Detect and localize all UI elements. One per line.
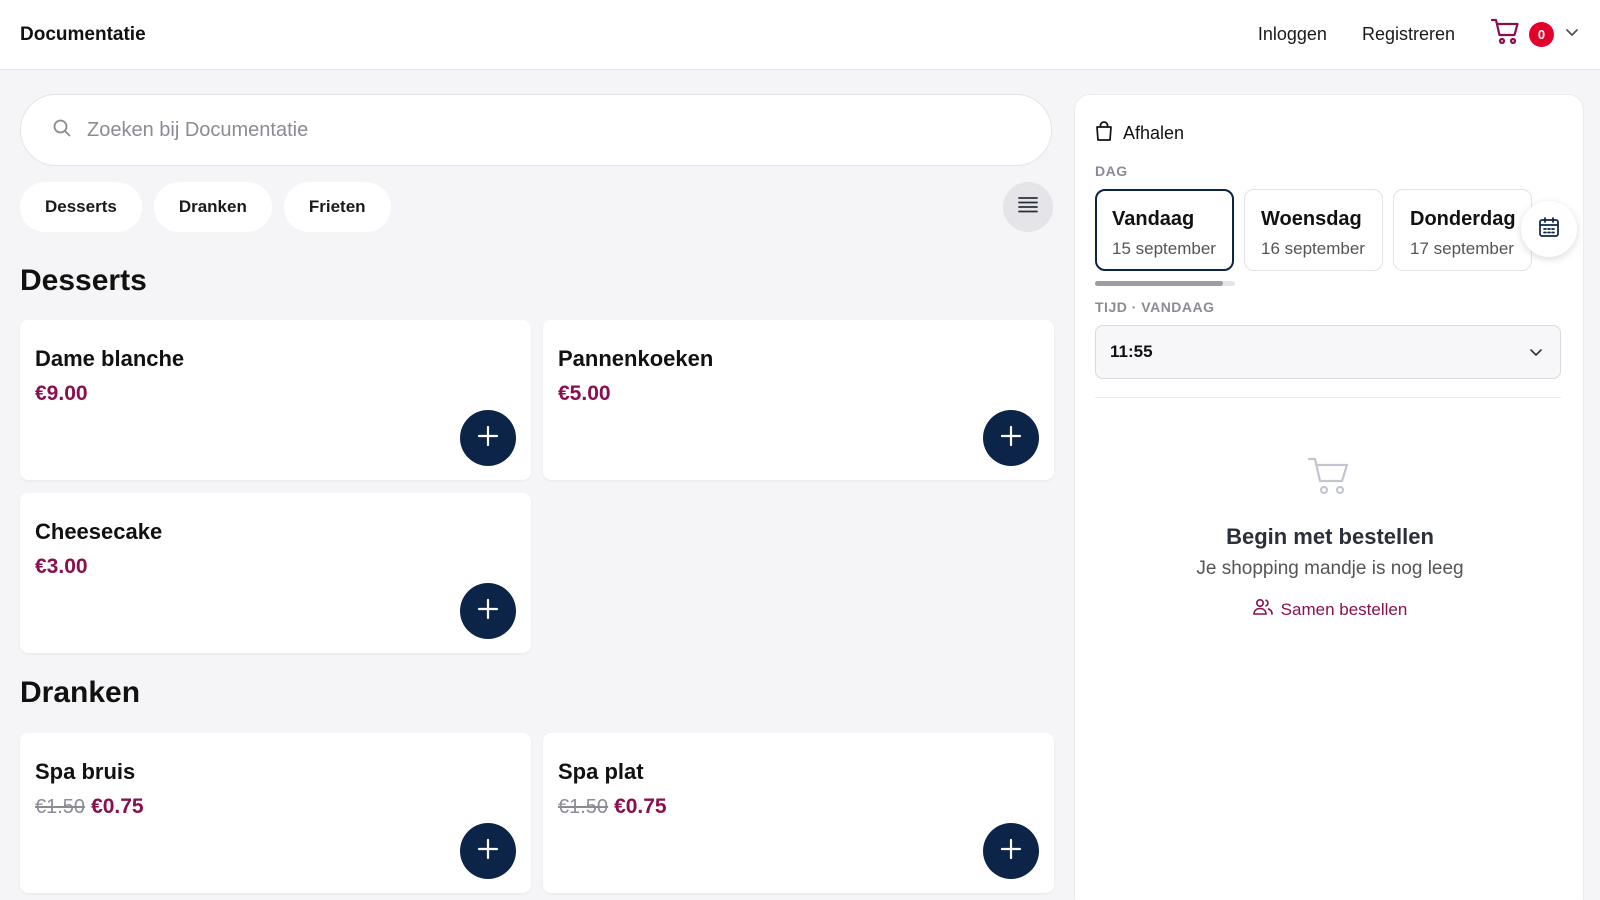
search-bar[interactable]: [20, 94, 1052, 166]
product-name: Spa plat: [558, 759, 644, 784]
day-selector: Vandaag 15 september Woensdag 16 septemb…: [1095, 189, 1565, 279]
login-link[interactable]: Inloggen: [1258, 24, 1327, 45]
shopping-bag-icon: [1095, 121, 1113, 146]
category-list-button[interactable]: [1003, 182, 1053, 232]
product-name: Cheesecake: [35, 519, 163, 544]
product-name: Spa bruis: [35, 759, 136, 784]
plus-icon: [476, 597, 500, 626]
time-select[interactable]: 11:55: [1095, 325, 1561, 379]
scrollbar-thumb[interactable]: [1095, 281, 1223, 286]
day-scrollbar[interactable]: [1095, 281, 1235, 286]
category-chip-desserts[interactable]: Desserts: [20, 182, 142, 232]
plus-icon: [476, 424, 500, 453]
day-option-today[interactable]: Vandaag 15 september: [1095, 189, 1234, 271]
plus-icon: [999, 837, 1023, 866]
current-price: €0.75: [614, 795, 667, 818]
cart-button[interactable]: 0: [1490, 18, 1580, 51]
old-price: €1.50: [35, 796, 86, 818]
product-price: €1.50 €0.75: [558, 795, 667, 819]
day-label: DAG: [1095, 163, 1128, 179]
day-option-wednesday[interactable]: Woensdag 16 september: [1244, 189, 1383, 271]
time-value: 11:55: [1110, 342, 1153, 361]
day-date: 15 september: [1112, 239, 1216, 258]
category-filter: Desserts Dranken Frieten: [20, 182, 403, 232]
empty-cart-state: Begin met bestellen Je shopping mandje i…: [1075, 455, 1585, 621]
pickup-label: Afhalen: [1123, 123, 1185, 143]
search-input[interactable]: [87, 118, 987, 142]
add-to-cart-button[interactable]: [460, 583, 516, 639]
section-title-desserts: Desserts: [20, 264, 147, 297]
section-title-dranken: Dranken: [20, 676, 141, 709]
calendar-button[interactable]: [1521, 201, 1577, 257]
product-card[interactable]: Pannenkoeken €5.00: [543, 320, 1054, 480]
cart-count-badge: 0: [1529, 22, 1554, 47]
current-price: €0.75: [91, 795, 144, 818]
day-option-thursday[interactable]: Donderdag 17 september: [1393, 189, 1532, 271]
old-price: €1.50: [558, 796, 609, 818]
chevron-down-icon: [1528, 344, 1544, 365]
current-price: €3.00: [35, 555, 88, 578]
day-name: Donderdag: [1410, 208, 1516, 230]
order-together-label: Samen bestellen: [1280, 599, 1408, 619]
day-date: 17 september: [1410, 239, 1514, 258]
list-icon: [1018, 196, 1038, 219]
top-bar: Documentatie Inloggen Registreren 0: [0, 0, 1600, 70]
product-card[interactable]: Spa plat €1.50 €0.75: [543, 733, 1054, 893]
plus-icon: [476, 837, 500, 866]
empty-cart-subtitle: Je shopping mandje is nog leeg: [1196, 558, 1464, 579]
register-link[interactable]: Registreren: [1362, 24, 1455, 45]
add-to-cart-button[interactable]: [983, 823, 1039, 879]
product-card[interactable]: Cheesecake €3.00: [20, 493, 531, 653]
empty-cart-title: Begin met bestellen: [1226, 524, 1434, 549]
product-name: Pannenkoeken: [558, 346, 714, 371]
category-chip-frieten[interactable]: Frieten: [283, 182, 391, 232]
category-chip-dranken[interactable]: Dranken: [153, 182, 272, 232]
divider: [1095, 397, 1561, 398]
pickup-mode[interactable]: Afhalen: [1095, 121, 1184, 146]
calendar-icon: [1538, 216, 1560, 243]
chevron-down-icon[interactable]: [1564, 24, 1580, 45]
order-panel: Afhalen DAG Vandaag 15 september Woensda…: [1074, 94, 1584, 900]
add-to-cart-button[interactable]: [460, 823, 516, 879]
order-together-link[interactable]: Samen bestellen: [1252, 598, 1408, 621]
product-price: €9.00: [35, 382, 88, 406]
brand-title[interactable]: Documentatie: [20, 24, 146, 46]
product-price: €3.00: [35, 555, 88, 579]
empty-cart-icon: [1307, 457, 1353, 501]
plus-icon: [999, 424, 1023, 453]
product-price: €1.50 €0.75: [35, 795, 144, 819]
product-price: €5.00: [558, 382, 611, 406]
product-name: Dame blanche: [35, 346, 185, 371]
header-nav: Inloggen Registreren 0: [1223, 18, 1580, 51]
cart-icon: [1490, 18, 1521, 51]
add-to-cart-button[interactable]: [460, 410, 516, 466]
search-icon: [53, 119, 71, 142]
current-price: €9.00: [35, 382, 88, 405]
product-card[interactable]: Spa bruis €1.50 €0.75: [20, 733, 531, 893]
day-name: Vandaag: [1112, 208, 1195, 230]
add-to-cart-button[interactable]: [983, 410, 1039, 466]
current-price: €5.00: [558, 382, 611, 405]
day-name: Woensdag: [1261, 208, 1362, 230]
users-icon: [1252, 598, 1273, 621]
product-card[interactable]: Dame blanche €9.00: [20, 320, 531, 480]
time-label: TIJD · VANDAAG: [1095, 299, 1215, 315]
day-date: 16 september: [1261, 239, 1365, 258]
